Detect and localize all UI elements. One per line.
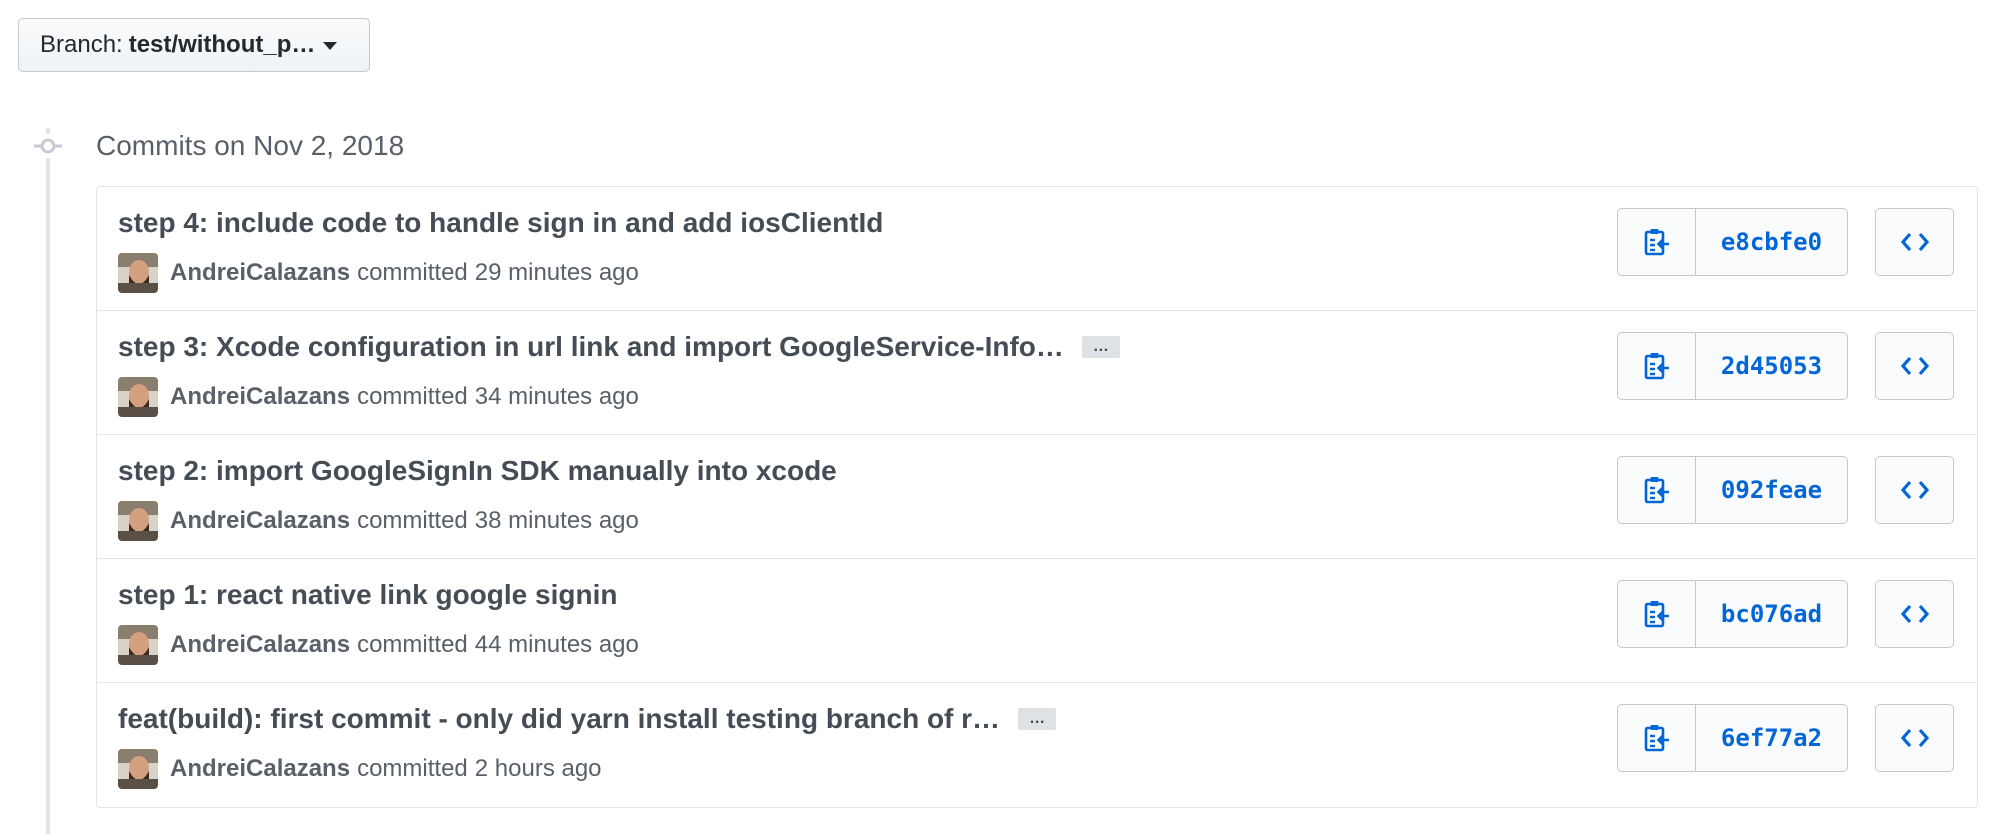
commit-title-link[interactable]: step 4: include code to handle sign in a… (118, 207, 883, 239)
sha-button-group: bc076ad (1617, 580, 1848, 648)
committed-label: committed (357, 755, 468, 782)
clippy-icon (1644, 601, 1669, 628)
commit-time: 44 minutes ago (474, 631, 639, 658)
sha-button-group: 2d45053 (1617, 332, 1848, 400)
copy-sha-button[interactable] (1618, 705, 1696, 771)
commit-row: step 1: react native link google signin … (97, 559, 1977, 683)
copy-sha-button[interactable] (1618, 209, 1696, 275)
commit-title-wrap: step 4: include code to handle sign in a… (118, 207, 883, 239)
commit-row: step 2: import GoogleSignIn SDK manually… (97, 435, 1977, 559)
ellipsis-expand-button[interactable]: … (1081, 336, 1120, 358)
clippy-icon (1644, 229, 1669, 256)
branch-name: test/without_p… (128, 31, 316, 58)
commit-row: step 4: include code to handle sign in a… (97, 187, 1977, 311)
browse-repo-button[interactable] (1875, 456, 1954, 524)
code-icon (1900, 604, 1929, 624)
commit-meta: AndreiCalazans committed 38 minutes ago (118, 501, 639, 541)
commit-author-link[interactable]: AndreiCalazans (170, 383, 350, 411)
browse-repo-button[interactable] (1875, 704, 1954, 772)
commit-author-link[interactable]: AndreiCalazans (170, 631, 350, 659)
commit-title-link[interactable]: feat(build): first commit - only did yar… (118, 703, 1000, 735)
timeline-line (46, 128, 50, 834)
commit-author-link[interactable]: AndreiCalazans (170, 755, 350, 783)
committed-label: committed (357, 507, 468, 534)
commit-time: 34 minutes ago (474, 383, 639, 410)
commit-title-wrap: step 1: react native link google signin (118, 579, 617, 611)
caret-down-icon (323, 42, 338, 50)
clippy-icon (1644, 477, 1669, 504)
browse-repo-button[interactable] (1875, 332, 1954, 400)
browse-repo-button[interactable] (1875, 208, 1954, 276)
committed-label: committed (357, 383, 468, 410)
commits-date-heading: Commits on Nov 2, 2018 (96, 130, 405, 161)
commit-title-wrap: step 3: Xcode configuration in url link … (118, 331, 1120, 363)
avatar[interactable] (118, 625, 158, 665)
commit-title-wrap: step 2: import GoogleSignIn SDK manually… (118, 455, 837, 487)
browse-repo-button[interactable] (1875, 580, 1954, 648)
commit-row: step 3: Xcode configuration in url link … (97, 311, 1977, 435)
avatar[interactable] (118, 377, 158, 417)
committed-label: committed (357, 259, 468, 286)
committed-label: committed (357, 631, 468, 658)
code-icon (1900, 728, 1929, 748)
code-icon (1900, 232, 1929, 252)
copy-sha-button[interactable] (1618, 581, 1696, 647)
clippy-icon (1644, 725, 1669, 752)
ellipsis-expand-button[interactable]: … (1018, 708, 1057, 730)
commit-title-link[interactable]: step 1: react native link google signin (118, 579, 617, 611)
commit-list: step 4: include code to handle sign in a… (96, 186, 1978, 808)
commit-author-link[interactable]: AndreiCalazans (170, 507, 350, 535)
commit-time: 2 hours ago (474, 755, 602, 782)
commit-meta: AndreiCalazans committed 34 minutes ago (118, 377, 639, 417)
clippy-icon (1644, 353, 1669, 380)
commit-title-wrap: feat(build): first commit - only did yar… (118, 703, 1057, 735)
avatar[interactable] (118, 501, 158, 541)
commit-time: 29 minutes ago (474, 259, 639, 286)
git-commit-icon (32, 134, 64, 158)
commit-sha-link[interactable]: bc076ad (1696, 581, 1847, 647)
commit-sha-link[interactable]: 092feae (1696, 457, 1847, 523)
code-icon (1900, 356, 1929, 376)
commit-title-link[interactable]: step 3: Xcode configuration in url link … (118, 331, 1064, 363)
avatar[interactable] (118, 749, 158, 789)
commit-time: 38 minutes ago (474, 507, 639, 534)
copy-sha-button[interactable] (1618, 333, 1696, 399)
sha-button-group: e8cbfe0 (1617, 208, 1848, 276)
commit-meta: AndreiCalazans committed 44 minutes ago (118, 625, 639, 665)
commit-row: feat(build): first commit - only did yar… (97, 683, 1977, 807)
copy-sha-button[interactable] (1618, 457, 1696, 523)
commit-meta: AndreiCalazans committed 2 hours ago (118, 749, 602, 789)
code-icon (1900, 480, 1929, 500)
commit-sha-link[interactable]: 2d45053 (1696, 333, 1847, 399)
commit-sha-link[interactable]: e8cbfe0 (1696, 209, 1847, 275)
commit-title-link[interactable]: step 2: import GoogleSignIn SDK manually… (118, 455, 837, 487)
commits-page: Branch: test/without_p… Commits on Nov 2… (0, 0, 1998, 834)
avatar[interactable] (118, 253, 158, 293)
sha-button-group: 6ef77a2 (1617, 704, 1848, 772)
commit-meta: AndreiCalazans committed 29 minutes ago (118, 253, 639, 293)
commit-author-link[interactable]: AndreiCalazans (170, 259, 350, 287)
commit-sha-link[interactable]: 6ef77a2 (1696, 705, 1847, 771)
sha-button-group: 092feae (1617, 456, 1848, 524)
branch-select-button[interactable]: Branch: test/without_p… (18, 18, 370, 72)
branch-label: Branch: (40, 31, 123, 58)
